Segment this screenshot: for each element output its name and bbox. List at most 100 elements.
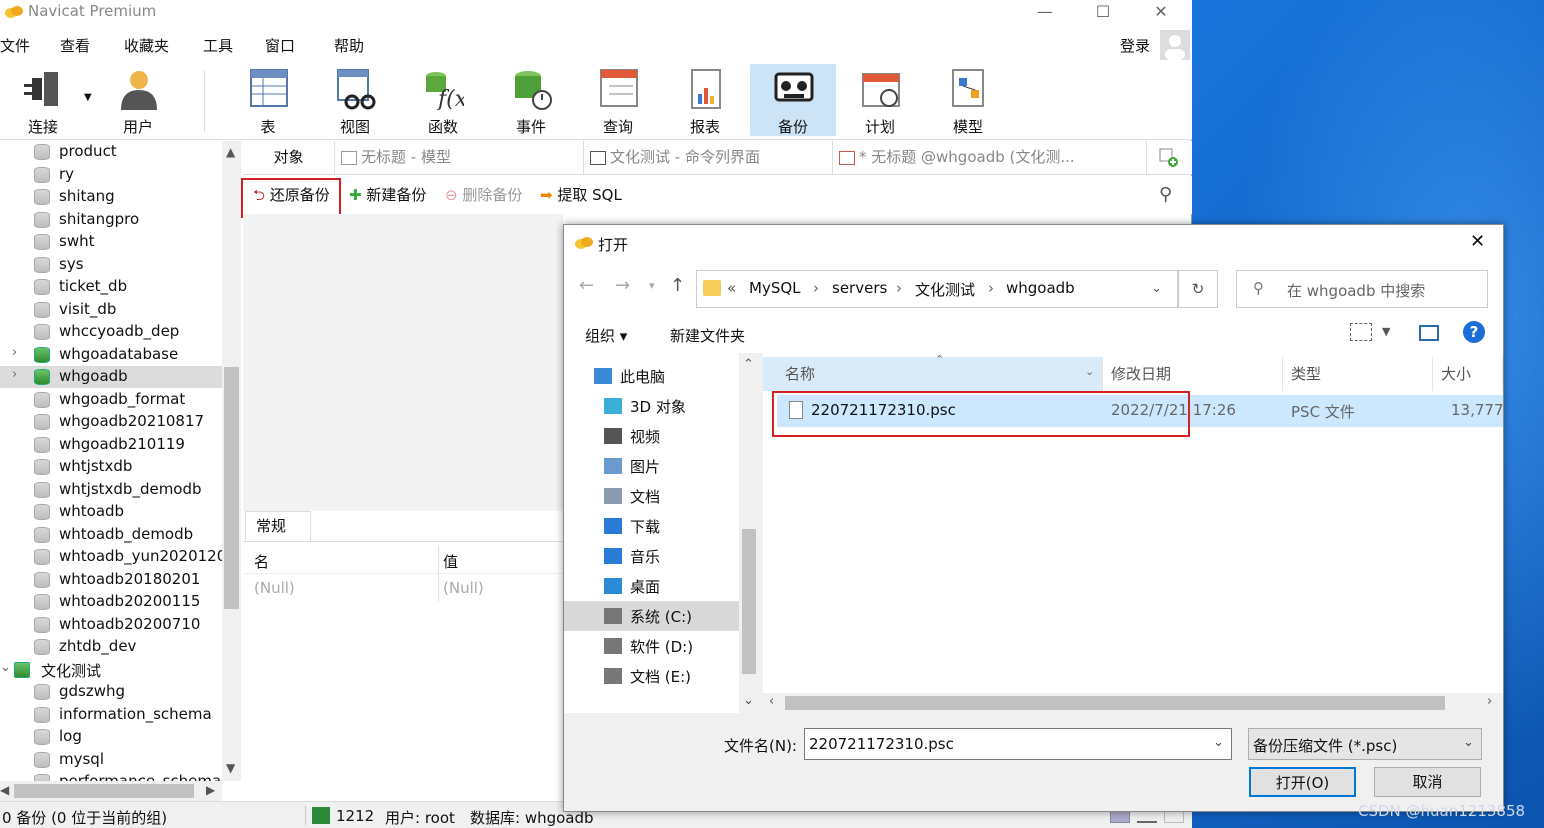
nav-scroll-up-icon[interactable]: ⌃ [743, 357, 754, 372]
tab-objects[interactable]: 对象 [243, 141, 335, 175]
scroll-left-icon[interactable]: ◀ [0, 783, 9, 797]
tree-item[interactable]: gdszwhg [0, 681, 222, 703]
scroll-down-icon[interactable]: ▼ [226, 761, 235, 775]
search-box[interactable]: ⚲ 在 whgoadb 中搜索 [1236, 270, 1488, 308]
path-segment-wenhua[interactable]: 文化测试 [915, 279, 975, 300]
organize-button[interactable]: 组织 ▾ [585, 325, 627, 346]
nav-item[interactable]: 此电脑 [564, 361, 739, 391]
tab-general[interactable]: 常规 [245, 511, 311, 541]
toolbar-schedule-button[interactable]: 计划 [837, 64, 923, 136]
toolbar-event-button[interactable]: 事件 [488, 64, 574, 136]
tree-item[interactable]: whccyoadb_dep [0, 321, 222, 343]
maximize-button[interactable]: ☐ [1074, 0, 1132, 28]
tab-untitled-query[interactable]: * 无标题 @whgoadb (文化测... [833, 141, 1147, 175]
tree-item[interactable]: whgoadb20210817 [0, 411, 222, 433]
connect-dropdown-icon[interactable]: ▼ [84, 92, 92, 103]
toolbar-model-button[interactable]: 模型 [925, 64, 1011, 136]
file-scroll-left-icon[interactable]: ‹ [769, 694, 774, 709]
path-segment-servers[interactable]: servers [832, 279, 887, 297]
tree-item[interactable]: whtjstxdb_demodb [0, 479, 222, 501]
file-hscrollbar[interactable]: ‹ › [763, 693, 1503, 713]
tree-item[interactable]: mysql [0, 749, 222, 771]
nav-scrollbar[interactable]: ⌃ ⌄ [739, 353, 759, 713]
help-icon[interactable]: ? [1463, 321, 1485, 343]
search-icon[interactable]: ⚲ [1159, 184, 1172, 205]
address-bar[interactable]: « MySQL › servers › 文化测试 › whgoadb ⌄ [696, 270, 1178, 308]
filename-input[interactable]: 220721172310.psc ⌄ [804, 728, 1232, 760]
tree-item[interactable]: swht [0, 231, 222, 253]
expand-arrow-icon[interactable]: › [12, 367, 17, 382]
toolbar-query-button[interactable]: 查询 [575, 64, 661, 136]
view-options-icon[interactable] [1350, 323, 1372, 341]
path-overflow[interactable]: « [727, 279, 736, 297]
column-size[interactable]: 大小 [1433, 357, 1503, 391]
new-folder-button[interactable]: 新建文件夹 [670, 325, 745, 346]
filetype-select[interactable]: 备份压缩文件 (*.psc) ⌄ [1248, 728, 1482, 760]
address-dropdown-icon[interactable]: ⌄ [1151, 281, 1162, 296]
open-button[interactable]: 打开(O) [1249, 767, 1356, 797]
up-arrow-icon[interactable]: ↑ [670, 275, 685, 296]
tree-item[interactable]: product [0, 141, 222, 163]
menu-help[interactable]: 帮助 [334, 35, 364, 56]
tab-command-line[interactable]: 文化测试 - 命令列界面 [584, 141, 833, 175]
nav-item[interactable]: 软件 (D:) [564, 631, 739, 661]
tree-scroll-thumb[interactable] [224, 367, 239, 609]
toolbar-backup-button[interactable]: 备份 [750, 64, 836, 136]
tree-hscroll-thumb[interactable] [14, 784, 194, 798]
file-scroll-right-icon[interactable]: › [1487, 694, 1492, 709]
tree-item[interactable]: whtoadb20200710 [0, 614, 222, 636]
tree-item[interactable]: zhtdb_dev [0, 636, 222, 658]
collapse-arrow-icon[interactable]: ⌄ [0, 660, 11, 675]
tree-item[interactable]: visit_db [0, 299, 222, 321]
toolbar-report-button[interactable]: 报表 [662, 64, 748, 136]
tree-item[interactable]: performance_schema [0, 771, 222, 781]
nav-scroll-thumb[interactable] [742, 529, 756, 674]
toolbar-function-button[interactable]: f(x) 函数 [400, 64, 486, 136]
menu-view[interactable]: 查看 [60, 35, 90, 56]
filename-dropdown-icon[interactable]: ⌄ [1213, 735, 1224, 750]
nav-scroll-down-icon[interactable]: ⌄ [743, 693, 754, 708]
path-segment-mysql[interactable]: MySQL [749, 279, 801, 297]
tree-horizontal-scrollbar[interactable]: ◀ ▶ [0, 781, 222, 801]
tree-item[interactable]: sys [0, 254, 222, 276]
tree-item[interactable]: shitang [0, 186, 222, 208]
tree-item[interactable]: whgoadb210119 [0, 434, 222, 456]
nav-item[interactable]: 文档 [564, 481, 739, 511]
forward-arrow-icon[interactable]: → [615, 275, 630, 296]
menu-favorites[interactable]: 收藏夹 [124, 35, 169, 56]
nav-item[interactable]: 视频 [564, 421, 739, 451]
menu-file[interactable]: 文件 [0, 35, 30, 56]
toolbar-view-button[interactable]: 视图 [312, 64, 398, 136]
column-name[interactable]: 名称 [763, 357, 1103, 391]
nav-item[interactable]: 桌面 [564, 571, 739, 601]
tree-item[interactable]: log [0, 726, 222, 748]
tree-item[interactable]: whtoadb20180201 [0, 569, 222, 591]
close-button[interactable]: ✕ [1132, 0, 1190, 28]
back-arrow-icon[interactable]: ← [579, 275, 594, 296]
tree-item[interactable]: › whgoadatabase [0, 344, 222, 366]
nav-item[interactable]: 音乐 [564, 541, 739, 571]
nav-item[interactable]: 文档 (E:) [564, 661, 739, 691]
tree-item[interactable]: whgoadb_format [0, 389, 222, 411]
tree-item[interactable]: › whgoadb [0, 366, 222, 388]
new-tab-icon[interactable] [1159, 148, 1179, 168]
tab-untitled-model[interactable]: 无标题 - 模型 [335, 141, 584, 175]
nav-item[interactable]: 3D 对象 [564, 391, 739, 421]
dialog-close-button[interactable]: ✕ [1470, 231, 1485, 252]
preview-pane-icon[interactable] [1419, 325, 1439, 341]
cancel-button[interactable]: 取消 [1374, 767, 1481, 797]
tree-item[interactable]: whtoadb_demodb [0, 524, 222, 546]
toolbar-connect-button[interactable]: 连接 [0, 64, 86, 136]
nav-item[interactable]: 图片 [564, 451, 739, 481]
toolbar-user-button[interactable]: 用户 [95, 64, 181, 136]
minimize-button[interactable]: — [1016, 0, 1074, 28]
scroll-up-icon[interactable]: ▲ [226, 145, 235, 159]
nav-item[interactable]: 系统 (C:) [564, 601, 739, 631]
refresh-button[interactable]: ↻ [1178, 270, 1218, 308]
login-link[interactable]: 登录 [1120, 35, 1150, 56]
tree-item[interactable]: ⌄ 文化测试 [0, 659, 222, 681]
delete-backup-button[interactable]: ⊖ 删除备份 [445, 184, 522, 205]
file-hscroll-thumb[interactable] [785, 696, 1445, 710]
menu-tools[interactable]: 工具 [203, 35, 233, 56]
tree-item[interactable]: information_schema [0, 704, 222, 726]
